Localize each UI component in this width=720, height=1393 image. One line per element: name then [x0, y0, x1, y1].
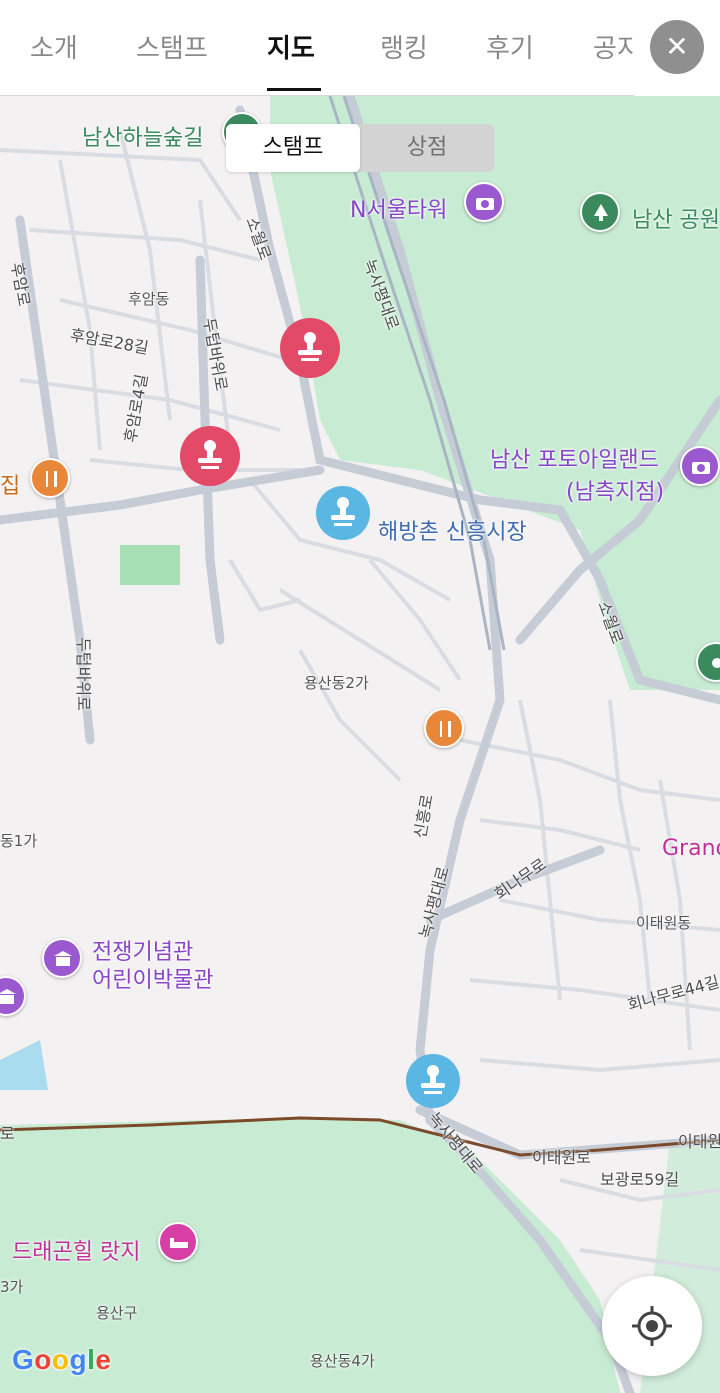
label-photo-island-1[interactable]: 남산 포토아일랜드: [490, 442, 659, 474]
toggle-stamp-button[interactable]: 스탬프: [226, 124, 360, 172]
stamp-pin-red[interactable]: [280, 318, 340, 378]
tab-bar: 소개 스탬프 지도 랭킹 후기 공지: [0, 0, 634, 96]
stamp-pin-blue[interactable]: [316, 486, 370, 540]
road-label: 이태원로: [532, 1148, 591, 1167]
museum-icon: [0, 989, 16, 1004]
poi-camera[interactable]: [680, 446, 720, 486]
stamp-shop-toggle: 스탬프 상점: [226, 124, 494, 172]
area-label: 이태원동: [636, 914, 692, 932]
tree-icon: [594, 204, 608, 221]
stamp-pin-red[interactable]: [180, 426, 240, 486]
tab-notice[interactable]: 공지: [593, 28, 634, 65]
poi-restaurant[interactable]: [30, 458, 70, 498]
road-label: 보광로59길: [600, 1170, 680, 1189]
road-label: 두텁바위로: [73, 637, 93, 711]
poi-park[interactable]: [580, 192, 620, 232]
area-label: 용산구: [96, 1304, 138, 1322]
label-restaurant-partial[interactable]: 집: [0, 468, 20, 500]
bed-icon: [170, 1238, 188, 1248]
label-photo-island-2[interactable]: (남측지점): [566, 474, 664, 506]
area-label: 후암동: [128, 290, 170, 308]
stamp-pin-blue[interactable]: [406, 1054, 460, 1108]
poi-camera[interactable]: [464, 182, 504, 222]
area-label: 동1가: [0, 832, 38, 850]
tab-map[interactable]: 지도: [267, 28, 315, 65]
tab-intro[interactable]: 소개: [30, 28, 78, 65]
close-icon: ✕: [665, 30, 689, 63]
road-label: 이태원: [678, 1132, 720, 1151]
poi-lodging[interactable]: [158, 1222, 198, 1262]
museum-icon: [54, 951, 72, 966]
tab-stamp[interactable]: 스탬프: [136, 28, 208, 65]
label-n-seoul-tower[interactable]: N서울타워: [350, 192, 447, 224]
map-view[interactable]: 남산하늘숲길 N서울타워 남산 공원 남산 포토아일랜드 (남측지점) 해방촌 …: [0, 96, 720, 1393]
toggle-shop-button[interactable]: 상점: [360, 124, 494, 172]
stamp-icon: [421, 1065, 445, 1094]
area-label: 3가: [0, 1278, 24, 1296]
crosshair-icon: [632, 1306, 672, 1346]
stamp-icon: [331, 497, 355, 526]
restaurant-icon: [440, 721, 451, 737]
poi-museum[interactable]: [42, 938, 82, 978]
active-tab-indicator: [267, 88, 321, 91]
close-button[interactable]: ✕: [650, 20, 704, 74]
label-namsan-sky-trail: 남산하늘숲길: [82, 126, 204, 151]
camera-icon: [692, 462, 710, 474]
area-label: 용산동4가: [310, 1352, 375, 1370]
label-dragon-hill[interactable]: 드래곤힐 랏지: [12, 1234, 140, 1266]
label-war-memorial-2[interactable]: 어린이박물관: [92, 962, 213, 994]
label-haebangchon-market[interactable]: 해방촌 신흥시장: [378, 514, 527, 546]
label-grand[interactable]: Grand: [662, 836, 720, 861]
road-label: 로: [0, 1124, 15, 1143]
google-logo: Google: [12, 1344, 112, 1375]
poi-restaurant[interactable]: [424, 708, 464, 748]
flower-icon: [712, 658, 720, 668]
camera-icon: [476, 198, 494, 210]
my-location-button[interactable]: [602, 1276, 702, 1376]
area-label: 용산동2가: [304, 674, 369, 692]
map-canvas: [0, 96, 720, 1393]
restaurant-icon: [46, 471, 57, 487]
tab-reviews[interactable]: 후기: [486, 28, 534, 65]
label-namsan-park[interactable]: 남산 공원: [632, 202, 720, 234]
stamp-icon: [198, 440, 222, 469]
tab-ranking[interactable]: 랭킹: [380, 28, 428, 65]
stamp-icon: [298, 332, 322, 361]
